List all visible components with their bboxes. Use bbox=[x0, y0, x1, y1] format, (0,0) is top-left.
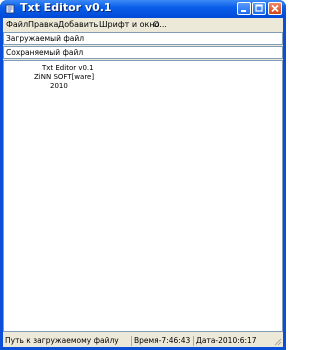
menu-insert[interactable]: Добавить bbox=[58, 20, 98, 29]
editor-line: ZiNN SOFT[ware] bbox=[34, 73, 95, 81]
menu-edit[interactable]: Правка bbox=[28, 20, 58, 29]
close-button[interactable] bbox=[268, 2, 282, 15]
maximize-button[interactable] bbox=[252, 2, 266, 15]
text-editor[interactable]: Txt Editor v0.1 ZiNN SOFT[ware] 2010 bbox=[3, 60, 283, 332]
minimize-button[interactable] bbox=[237, 2, 251, 15]
menu-bar: Файл Правка Добавить Шрифт и окно О... bbox=[3, 18, 283, 32]
loaded-file-field[interactable]: Загружаемый файл bbox=[3, 32, 283, 45]
status-bar: Путь к загружаемому файлу Время-7:46:43 … bbox=[3, 335, 283, 347]
notepad-icon[interactable] bbox=[5, 4, 15, 14]
menu-font-window[interactable]: Шрифт и окно bbox=[99, 20, 159, 29]
app-window: Txt Editor v0.1 Файл Правка Добавить Шри… bbox=[0, 0, 286, 350]
title-bar[interactable]: Txt Editor v0.1 bbox=[0, 0, 286, 18]
status-date: Дата-2010:6:17 bbox=[193, 336, 274, 346]
close-icon bbox=[271, 4, 279, 13]
saved-file-field[interactable]: Сохраняемый файл bbox=[3, 46, 283, 59]
resize-grip-icon[interactable] bbox=[273, 337, 282, 346]
status-path-hint: Путь к загружаемому файлу bbox=[5, 336, 119, 345]
minimize-icon bbox=[241, 10, 246, 12]
menu-about[interactable]: О... bbox=[153, 20, 167, 29]
status-time: Время-7:46:43 bbox=[131, 336, 192, 346]
client-area: Файл Правка Добавить Шрифт и окно О... З… bbox=[3, 18, 283, 347]
editor-line: 2010 bbox=[50, 82, 68, 90]
window-title: Txt Editor v0.1 bbox=[20, 1, 112, 14]
editor-line: Txt Editor v0.1 bbox=[42, 64, 94, 72]
maximize-icon bbox=[255, 4, 263, 12]
menu-file[interactable]: Файл bbox=[6, 20, 28, 29]
